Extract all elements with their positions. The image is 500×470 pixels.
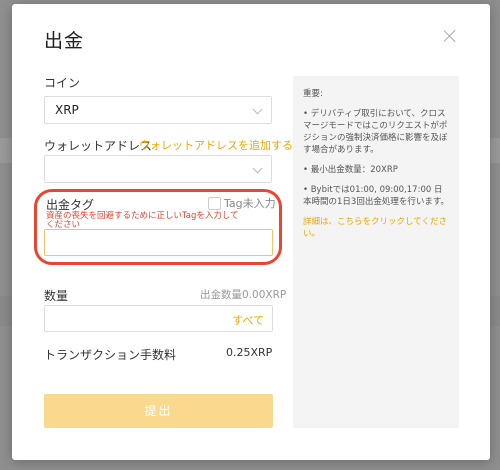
fee-label: トランザクション手数料 xyxy=(44,348,177,362)
info-item: • デリバティブ取引において、クロスマージモードではこのリクエストがポジションの… xyxy=(303,109,448,155)
add-wallet-link[interactable]: ウォレットアドレスを追加する xyxy=(139,137,293,153)
wallet-label: ウォレットアドレス xyxy=(44,139,153,153)
coin-value: XRP xyxy=(55,103,79,117)
info-heading: 重要: xyxy=(303,89,323,99)
no-tag-checkbox[interactable] xyxy=(208,197,221,210)
chevron-down-icon xyxy=(252,104,263,115)
close-icon[interactable] xyxy=(442,28,458,44)
tag-input[interactable] xyxy=(44,229,273,256)
submit-button[interactable]: 提出 xyxy=(44,394,273,428)
info-item: • 最小出金数量：20XRP xyxy=(303,165,398,175)
amount-input[interactable]: すべて xyxy=(44,305,273,332)
withdraw-amount: 出金数量0.00XRP xyxy=(200,289,287,301)
no-tag-label: Tag未入力 xyxy=(224,197,276,210)
details-link[interactable]: 詳細は、こちらをクリックしてください。 xyxy=(303,216,449,240)
fee-value: 0.25XRP xyxy=(226,346,273,359)
withdraw-modal: 出金 コイン XRP ウォレットアドレス ウォレットアドレスを追加する 出金タグ… xyxy=(12,4,490,460)
wallet-select[interactable] xyxy=(44,155,272,183)
coin-label: コイン xyxy=(44,76,81,90)
max-button[interactable]: すべて xyxy=(232,312,264,328)
modal-title: 出金 xyxy=(44,30,85,52)
tag-warning: 資産の喪失を回避するために正しいTagを入力してください xyxy=(46,211,239,230)
coin-select[interactable]: XRP xyxy=(44,96,272,124)
info-item: • Bybitでは01:00, 09:00,17:00 日本時間の1日3回出金処… xyxy=(303,185,449,207)
info-panel: 重要: • デリバティブ取引において、クロスマージモードではこのリクエストがポジ… xyxy=(293,76,459,428)
amount-label: 数量 xyxy=(44,289,69,303)
chevron-down-icon xyxy=(252,163,263,174)
